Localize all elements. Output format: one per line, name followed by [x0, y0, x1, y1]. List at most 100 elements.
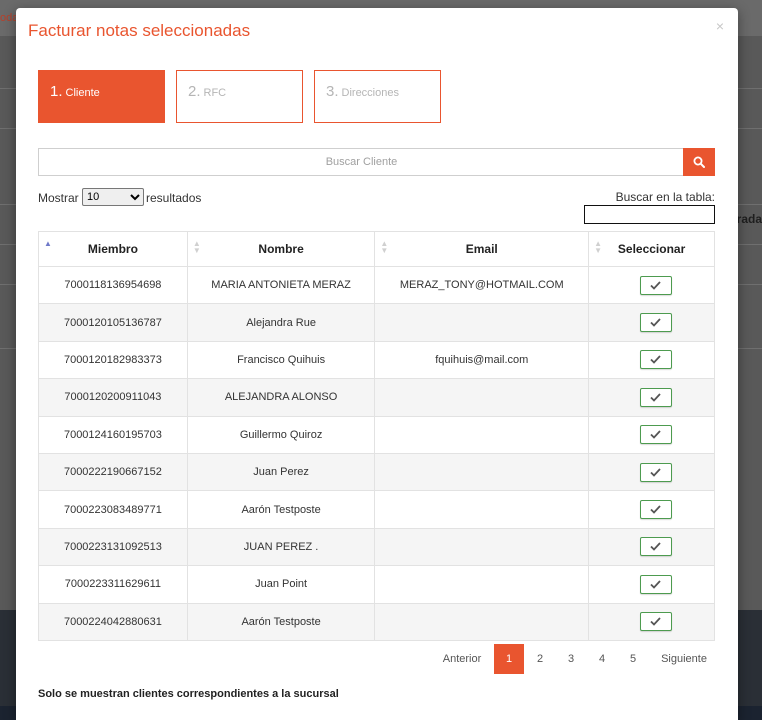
check-icon — [650, 393, 661, 402]
check-icon — [650, 580, 661, 589]
step-cliente[interactable]: 1. Cliente — [38, 70, 165, 123]
client-search-input[interactable] — [38, 148, 684, 176]
column-label: Seleccionar — [617, 242, 686, 256]
select-client-button[interactable] — [639, 574, 672, 594]
cell-miembro: 7000223311629611 — [38, 565, 188, 604]
step-direcciones[interactable]: 3. Direcciones — [314, 70, 441, 123]
column-header-nombre[interactable]: ▲ ▼ Nombre — [186, 231, 376, 267]
select-client-button[interactable] — [639, 387, 672, 407]
cell-seleccionar — [588, 490, 715, 529]
column-header-miembro[interactable]: ▲ Miembro — [38, 231, 188, 267]
pagination-previous[interactable]: Anterior — [431, 644, 493, 674]
cell-email — [374, 452, 590, 492]
pagination-page-3[interactable]: 3 — [556, 644, 586, 674]
cell-miembro: 7000120105136787 — [38, 303, 188, 342]
step-label: Cliente — [65, 87, 100, 99]
cell-nombre: Juan Point — [186, 565, 376, 604]
cell-miembro: 7000124160195703 — [38, 415, 188, 454]
table-row: 7000224042880631 Aarón Testposte — [38, 602, 715, 641]
select-client-button[interactable] — [639, 462, 672, 482]
check-icon — [650, 505, 661, 514]
cell-miembro: 7000118136954698 — [38, 265, 188, 305]
close-button[interactable]: × — [716, 18, 724, 34]
select-client-button[interactable] — [639, 425, 672, 445]
cell-email — [374, 490, 590, 529]
column-label: Nombre — [258, 242, 304, 256]
table-row: 7000120105136787 Alejandra Rue — [38, 303, 715, 342]
cell-email — [374, 565, 590, 604]
select-client-button[interactable] — [639, 537, 672, 557]
modal-title: Facturar notas seleccionadas — [28, 21, 251, 40]
cell-miembro: 7000120200911043 — [38, 378, 188, 417]
select-client-button[interactable] — [639, 313, 672, 333]
step-label: RFC — [203, 87, 227, 99]
step-label: Direcciones — [341, 87, 399, 99]
cell-seleccionar — [588, 452, 715, 492]
column-label: Email — [465, 242, 498, 256]
table-body: 7000118136954698 MARIA ANTONIETA MERAZ MER… — [38, 265, 715, 641]
cell-seleccionar — [588, 527, 715, 567]
table-controls: Mostrar 10 resultados Buscar en la tabla… — [38, 188, 715, 228]
cell-miembro: 7000223083489771 — [38, 490, 188, 529]
cell-seleccionar — [588, 340, 715, 380]
search-icon — [693, 156, 705, 168]
table-row: 7000223083489771 Aarón Testposte — [38, 490, 715, 529]
column-label: Miembro — [87, 242, 138, 256]
client-search-button[interactable] — [683, 148, 715, 176]
cell-email — [374, 415, 590, 454]
table-row: 7000118136954698 MARIA ANTONIETA MERAZ MER… — [38, 265, 715, 305]
table-search-input[interactable] — [584, 205, 715, 224]
cell-nombre: Aarón Testposte — [186, 490, 376, 529]
select-client-button[interactable] — [639, 500, 672, 520]
cell-nombre: JUAN PEREZ . — [186, 527, 376, 567]
check-icon — [650, 430, 661, 440]
select-client-button[interactable] — [639, 350, 672, 370]
sort-icon: ▲ ▼ — [380, 239, 389, 255]
check-icon — [650, 542, 661, 552]
cell-seleccionar — [588, 303, 715, 342]
cell-nombre: Francisco Quihuis — [186, 340, 376, 380]
cell-nombre: Alejandra Rue — [186, 303, 376, 342]
branch-footnote: Solo se muestran clientes correspondient… — [38, 688, 339, 700]
column-header-seleccionar[interactable]: ▲ ▼ Seleccionar — [588, 231, 715, 267]
table-search-label: Buscar en la tabla: — [615, 190, 715, 204]
sort-icon: ▲ ▼ — [192, 239, 201, 255]
results-label: resultados — [146, 191, 202, 205]
clients-table: ▲ Miembro ▲ ▼ Nombre ▲ ▼ Email ▲ ▼ Seleccio… — [38, 231, 715, 641]
step-number: 3. — [326, 83, 339, 100]
pagination-page-4[interactable]: 4 — [587, 644, 617, 674]
cell-seleccionar — [588, 415, 715, 454]
select-client-button[interactable] — [639, 612, 672, 632]
cell-nombre: Aarón Testposte — [186, 602, 376, 641]
pagination-next[interactable]: Siguiente — [651, 644, 717, 674]
cell-email — [374, 602, 590, 641]
select-client-button[interactable] — [639, 275, 672, 295]
cell-miembro: 7000224042880631 — [38, 602, 188, 641]
check-icon — [650, 318, 661, 327]
cell-nombre: Guillermo Quiroz — [186, 415, 376, 454]
client-search-row — [38, 148, 715, 176]
sort-asc-icon: ▲ — [44, 239, 52, 248]
pagination-page-1[interactable]: 1 — [494, 644, 524, 674]
sort-icon: ▲ ▼ — [594, 239, 603, 255]
cell-nombre: Juan Perez — [186, 452, 376, 492]
pagination: Anterior 1 2 3 4 5 Siguiente — [431, 644, 717, 674]
page-size-select[interactable]: 10 — [82, 188, 144, 206]
invoice-modal: Facturar notas seleccionadas × 1. Cliente… — [16, 8, 738, 720]
table-row: 7000223311629611 Juan Point — [38, 565, 715, 604]
check-icon — [650, 281, 661, 290]
check-icon — [650, 468, 661, 477]
cell-seleccionar — [588, 602, 715, 641]
cell-nombre: MARIA ANTONIETA MERAZ — [186, 265, 376, 305]
step-rfc[interactable]: 2. RFC — [176, 70, 303, 123]
cell-seleccionar — [588, 265, 715, 305]
cell-seleccionar — [588, 565, 715, 604]
column-header-email[interactable]: ▲ ▼ Email — [374, 231, 590, 267]
table-row: 7000223131092513 JUAN PEREZ . — [38, 527, 715, 567]
cell-miembro: 7000120182983373 — [38, 340, 188, 380]
cell-nombre: ALEJANDRA ALONSO — [186, 378, 376, 417]
pagination-page-2[interactable]: 2 — [525, 644, 555, 674]
table-row: 7000120200911043 ALEJANDRA ALONSO — [38, 378, 715, 417]
wizard-steps: 1. Cliente 2. RFC 3. Direcciones — [38, 70, 441, 123]
pagination-page-5[interactable]: 5 — [618, 644, 648, 674]
